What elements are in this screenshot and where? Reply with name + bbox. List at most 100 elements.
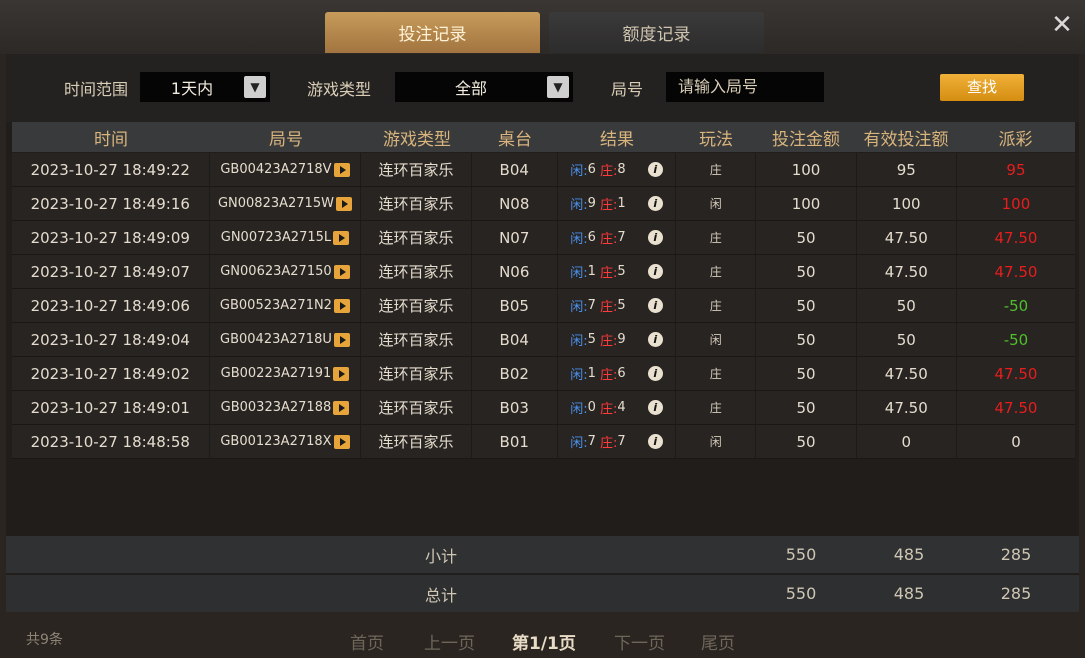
banker-label: 庄: <box>600 266 618 281</box>
info-icon[interactable]: i <box>647 264 663 279</box>
player-label: 闲: <box>570 334 588 349</box>
banker-score: 7 <box>617 230 626 245</box>
video-replay-icon[interactable] <box>333 264 350 279</box>
chevron-down-icon[interactable]: ▼ <box>244 76 266 98</box>
subtotal-label: 小计 <box>424 546 457 566</box>
table-row: 2023-10-27 18:49:01 GB00323A27188 连环百家乐 B03… <box>12 391 1075 425</box>
player-score: 7 <box>587 434 596 449</box>
next-page-link[interactable]: 下一页 <box>614 629 665 654</box>
total-bet: 550 <box>785 584 817 603</box>
info-icon[interactable]: i <box>647 230 663 245</box>
player-score: 5 <box>587 332 596 347</box>
player-score: 9 <box>587 196 596 211</box>
info-icon[interactable]: i <box>647 196 663 211</box>
cell-round[interactable]: GN00623A27150 <box>210 255 362 288</box>
player-label: 闲: <box>570 402 588 417</box>
cell-payout: -50 <box>1003 330 1029 349</box>
table-row: 2023-10-27 18:49:16 GN00823A2715W 连环百家乐 N08… <box>12 187 1075 221</box>
cell-valid-bet: 47.50 <box>857 357 957 390</box>
total-label: 总计 <box>424 585 457 605</box>
banker-label: 庄: <box>600 198 618 213</box>
cell-result: 闲: 6 庄: 8 i <box>558 153 677 186</box>
round-number: GN00623A27150 <box>220 264 332 279</box>
cell-payout: 47.50 <box>994 228 1038 247</box>
cell-time: 2023-10-27 18:49:01 <box>12 391 210 424</box>
cell-table: B04 <box>472 153 558 186</box>
header-time: 时间 <box>94 129 128 150</box>
cell-table: B03 <box>472 391 558 424</box>
cell-table: B01 <box>472 425 558 458</box>
last-page-link[interactable]: 尾页 <box>701 629 735 654</box>
cell-payout: 100 <box>1001 194 1031 213</box>
game-type-select[interactable]: 全部 ▼ <box>395 72 573 102</box>
cell-round[interactable]: GB00223A27191 <box>210 357 362 390</box>
banker-score: 6 <box>617 366 626 381</box>
records-panel: 时间范围 1天内 ▼ 游戏类型 全部 ▼ 局号 请输入局号 查找 时间 局号 游… <box>6 54 1079 654</box>
cell-time: 2023-10-27 18:49:04 <box>12 323 210 356</box>
info-icon[interactable]: i <box>647 434 663 449</box>
round-number-input[interactable]: 请输入局号 <box>666 72 824 102</box>
table-row: 2023-10-27 18:48:58 GB00123A2718X 连环百家乐 B01… <box>12 425 1075 459</box>
cell-time: 2023-10-27 18:49:09 <box>12 221 210 254</box>
cell-table: N06 <box>472 255 558 288</box>
tab-credit-records[interactable]: 额度记录 <box>549 12 764 53</box>
time-range-select[interactable]: 1天内 ▼ <box>140 72 270 102</box>
cell-bet-type: 庄 <box>676 289 757 322</box>
info-icon[interactable]: i <box>647 332 663 347</box>
cell-bet-type: 庄 <box>676 391 757 424</box>
header-valid-bet: 有效投注额 <box>863 129 949 150</box>
cell-round[interactable]: GB00123A2718X <box>210 425 362 458</box>
video-replay-icon[interactable] <box>333 434 350 449</box>
subtotal-row: 小计 550 485 285 <box>6 536 1079 573</box>
tab-bet-records[interactable]: 投注记录 <box>325 12 540 53</box>
video-replay-icon[interactable] <box>333 298 350 313</box>
first-page-link[interactable]: 首页 <box>350 629 384 654</box>
total-payout: 285 <box>1000 584 1032 603</box>
round-number: GB00223A27191 <box>220 366 332 381</box>
video-replay-icon[interactable] <box>333 400 350 415</box>
cell-valid-bet: 95 <box>857 153 957 186</box>
video-replay-icon[interactable] <box>333 366 350 381</box>
cell-valid-bet: 0 <box>857 425 957 458</box>
video-replay-icon[interactable] <box>333 332 350 347</box>
game-type-value: 全部 <box>454 79 487 98</box>
total-valid: 485 <box>893 584 925 603</box>
banker-label: 庄: <box>600 402 618 417</box>
cell-time: 2023-10-27 18:49:07 <box>12 255 210 288</box>
cell-round[interactable]: GB00523A271N2 <box>210 289 362 322</box>
video-replay-icon[interactable] <box>335 196 352 211</box>
cell-bet-amount: 100 <box>756 187 857 220</box>
chevron-down-icon[interactable]: ▼ <box>547 76 569 98</box>
cell-table: N07 <box>472 221 558 254</box>
player-label: 闲: <box>570 368 588 383</box>
close-icon[interactable]: ✕ <box>1049 12 1075 38</box>
cell-round[interactable]: GB00423A2718V <box>210 153 362 186</box>
cell-round[interactable]: GB00423A2718U <box>210 323 362 356</box>
table-row: 2023-10-27 18:49:04 GB00423A2718U 连环百家乐 B04… <box>12 323 1075 357</box>
cell-bet-type: 闲 <box>676 425 757 458</box>
record-count: 共9条 <box>26 632 63 648</box>
prev-page-link[interactable]: 上一页 <box>424 629 475 654</box>
search-button[interactable]: 查找 <box>940 74 1024 101</box>
cell-time: 2023-10-27 18:49:02 <box>12 357 210 390</box>
info-icon[interactable]: i <box>647 400 663 415</box>
header-game-type: 游戏类型 <box>383 129 451 150</box>
cell-round[interactable]: GB00323A27188 <box>210 391 362 424</box>
cell-game-type: 连环百家乐 <box>361 153 472 186</box>
cell-result: 闲: 6 庄: 7 i <box>558 221 677 254</box>
video-replay-icon[interactable] <box>333 230 350 245</box>
cell-table: B05 <box>472 289 558 322</box>
cell-round[interactable]: GN00723A2715L <box>210 221 362 254</box>
player-score: 7 <box>587 298 596 313</box>
cell-valid-bet: 50 <box>857 289 957 322</box>
cell-table: N08 <box>472 187 558 220</box>
video-replay-icon[interactable] <box>333 162 350 177</box>
round-number: GB00423A2718U <box>220 332 332 347</box>
info-icon[interactable]: i <box>647 162 663 177</box>
header-table: 桌台 <box>498 129 532 150</box>
cell-round[interactable]: GN00823A2715W <box>210 187 362 220</box>
cell-game-type: 连环百家乐 <box>361 289 472 322</box>
info-icon[interactable]: i <box>647 298 663 313</box>
cell-payout: -50 <box>1003 296 1029 315</box>
info-icon[interactable]: i <box>647 366 663 381</box>
